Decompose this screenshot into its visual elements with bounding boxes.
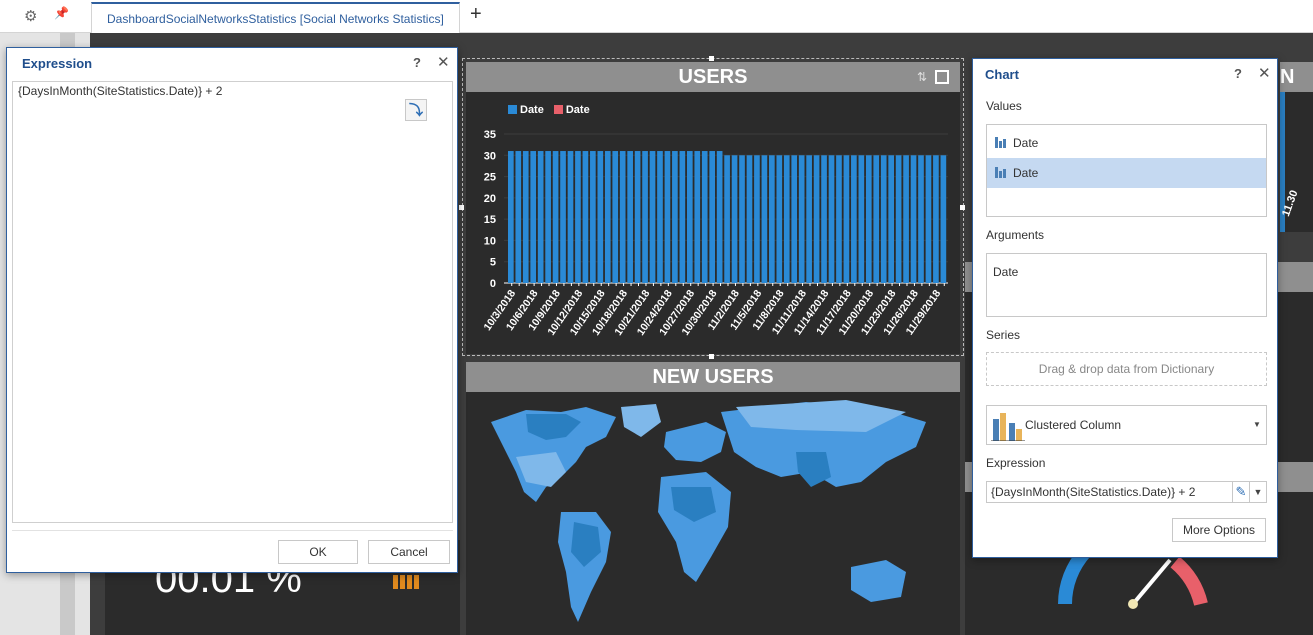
chart-type-label: Clustered Column xyxy=(1025,418,1122,432)
bar-chart-icon xyxy=(995,137,1007,148)
series-label: Series xyxy=(986,328,1021,342)
clustered-column-icon xyxy=(991,413,1025,441)
expression-text: {DaysInMonth(SiteStatistics.Date)} + 2 xyxy=(18,84,223,98)
arguments-label: Arguments xyxy=(986,228,1045,242)
insert-expression-icon[interactable]: ⤵ xyxy=(405,99,427,121)
expression-dropdown-icon[interactable]: ▼ xyxy=(1249,481,1267,503)
resize-handle[interactable] xyxy=(459,205,464,210)
tab-dashboard[interactable]: DashboardSocialNetworksStatistics [Socia… xyxy=(91,2,460,33)
pin-icon[interactable]: 📌 xyxy=(54,6,69,20)
add-tab-button[interactable]: + xyxy=(470,3,482,26)
values-item-selected[interactable]: Date xyxy=(987,158,1266,188)
top-bar: ⚙ 📌 DashboardSocialNetworksStatistics [S… xyxy=(0,0,1313,33)
chart-type-select[interactable]: Clustered Column ▼ xyxy=(986,405,1267,445)
values-item[interactable]: Date xyxy=(987,128,1266,158)
arguments-item[interactable]: Date xyxy=(987,257,1266,287)
cancel-button[interactable]: Cancel xyxy=(368,540,450,564)
bar-chart-icon xyxy=(995,167,1007,178)
expression-dialog-title: Expression xyxy=(22,56,93,71)
ok-button[interactable]: OK xyxy=(278,540,358,564)
close-icon[interactable]: ✕ xyxy=(437,53,450,71)
right-panel-fragment[interactable]: N 11.30 xyxy=(1280,62,1313,232)
new-users-title: NEW USERS xyxy=(466,362,960,392)
series-dropzone[interactable]: Drag & drop data from Dictionary xyxy=(986,352,1267,386)
dialog-separator xyxy=(12,530,453,531)
expression-label: Expression xyxy=(986,456,1046,470)
expression-editor[interactable]: {DaysInMonth(SiteStatistics.Date)} + 2 xyxy=(12,81,453,523)
close-icon[interactable]: ✕ xyxy=(1258,64,1271,82)
arguments-list[interactable]: Date xyxy=(986,253,1267,317)
edit-pencil-icon[interactable]: ✎ xyxy=(1232,481,1250,503)
gear-icon[interactable]: ⚙ xyxy=(24,7,37,25)
resize-handle[interactable] xyxy=(960,205,965,210)
help-icon[interactable]: ? xyxy=(413,55,421,70)
expression-dialog[interactable]: Expression ? ✕ {DaysInMonth(SiteStatisti… xyxy=(6,47,458,573)
tab-label: DashboardSocialNetworksStatistics [Socia… xyxy=(107,12,444,26)
world-map xyxy=(491,400,926,622)
help-icon[interactable]: ? xyxy=(1234,66,1242,81)
chevron-down-icon: ▼ xyxy=(1253,420,1261,429)
new-users-map-panel[interactable]: NEW USERS xyxy=(466,362,960,635)
resize-handle[interactable] xyxy=(709,354,714,359)
resize-handle[interactable] xyxy=(709,56,714,61)
indicator-bars-icon xyxy=(393,575,419,589)
chart-dialog[interactable]: Chart ? ✕ Values Date Date Arguments Dat… xyxy=(972,58,1278,558)
expression-field[interactable]: {DaysInMonth(SiteStatistics.Date)} + 2 xyxy=(986,481,1234,503)
users-selection-outline xyxy=(462,58,964,356)
more-options-button[interactable]: More Options xyxy=(1172,518,1266,542)
right-panel-title: N xyxy=(1280,62,1313,92)
values-label: Values xyxy=(986,99,1022,113)
values-list[interactable]: Date Date xyxy=(986,124,1267,217)
chart-dialog-title: Chart xyxy=(985,67,1019,82)
